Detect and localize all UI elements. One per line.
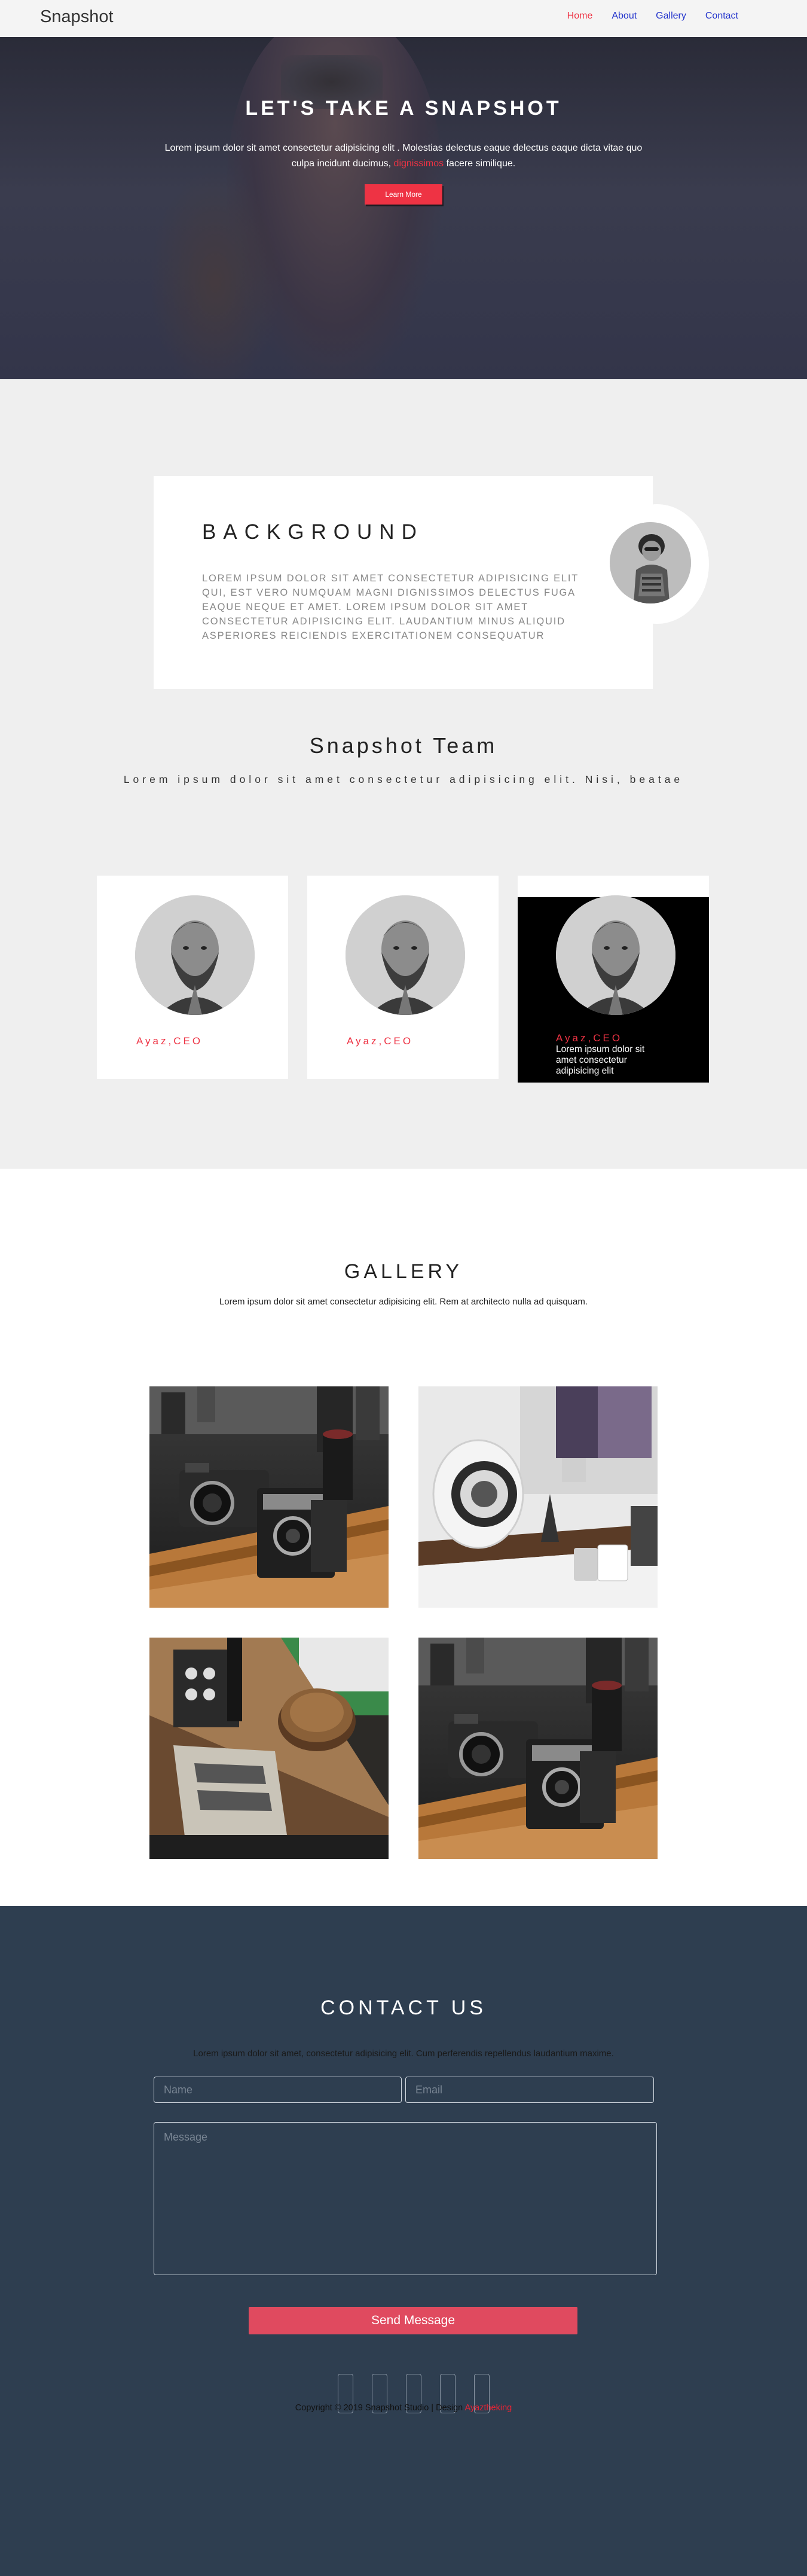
background-avatar-photo (610, 522, 691, 603)
gallery-photo-cameras[interactable] (149, 1386, 389, 1608)
nav-link-contact[interactable]: Contact (705, 11, 738, 22)
gallery-title: GALLERY (344, 1260, 463, 1283)
copyright-text: Copyright © 2019 Snapshot Studio | Desig… (295, 2403, 463, 2413)
hero-text: Lorem ipsum dolor sit amet consectetur a… (152, 141, 655, 172)
designer-link[interactable]: Ayaztheking (464, 2403, 512, 2413)
team-member-photo (135, 895, 255, 1015)
nav-link-gallery[interactable]: Gallery (656, 11, 686, 22)
contact-subtitle: Lorem ipsum dolor sit amet, consectetur … (193, 2048, 614, 2059)
message-field[interactable] (154, 2122, 657, 2275)
nav-links: Home About Gallery Contact (567, 11, 738, 22)
team-member-name: Ayaz,CEO (556, 1032, 623, 1044)
team-member-name: Ayaz,CEO (136, 1035, 203, 1047)
hero-text-line1: Lorem ipsum dolor sit amet consectetur a… (164, 143, 643, 153)
hero-hair-shape (149, 169, 281, 379)
team-member-photo (346, 895, 465, 1015)
hero-title: LET'S TAKE A SNAPSHOT (245, 97, 562, 120)
brand-logo[interactable]: Snapshot (40, 7, 114, 27)
name-field[interactable] (154, 2077, 402, 2103)
gallery-subtitle: Lorem ipsum dolor sit amet consectetur a… (219, 1297, 588, 1307)
gallery-photo-desk[interactable] (149, 1638, 389, 1859)
hero-text-line2b: facere similique. (446, 158, 516, 169)
contact-title: CONTACT US (320, 1996, 487, 2019)
send-message-button[interactable]: Send Message (249, 2307, 577, 2334)
team-card-top (518, 876, 709, 897)
team-member-description: Lorem ipsum dolor sit amet consectetur a… (556, 1044, 645, 1076)
nav-link-home[interactable]: Home (567, 11, 593, 22)
email-field[interactable] (405, 2077, 654, 2103)
learn-more-button[interactable]: Learn More (365, 184, 442, 205)
nav-link-about[interactable]: About (612, 11, 637, 22)
footer-copyright: Copyright © 2019 Snapshot Studio | Desig… (0, 2403, 807, 2413)
background-text: Lorem ipsum dolor sit amet consectetur a… (202, 573, 579, 641)
team-title: Snapshot Team (309, 733, 498, 758)
gallery-photo-cameras-2[interactable] (418, 1638, 658, 1859)
hero-text-line2a: culpa incidunt ducimus, (291, 158, 392, 169)
background-title: BACKGROUND (202, 520, 424, 544)
gallery-photo-speaker[interactable] (418, 1386, 658, 1608)
top-nav: Snapshot Home About Gallery Contact (0, 0, 807, 37)
team-member-name: Ayaz,CEO (347, 1035, 414, 1047)
hero-text-highlight: dignissimos (393, 158, 444, 169)
team-subtitle: Lorem ipsum dolor sit amet consectetur a… (123, 773, 684, 785)
team-member-photo (556, 895, 675, 1015)
hero-section (0, 37, 807, 379)
